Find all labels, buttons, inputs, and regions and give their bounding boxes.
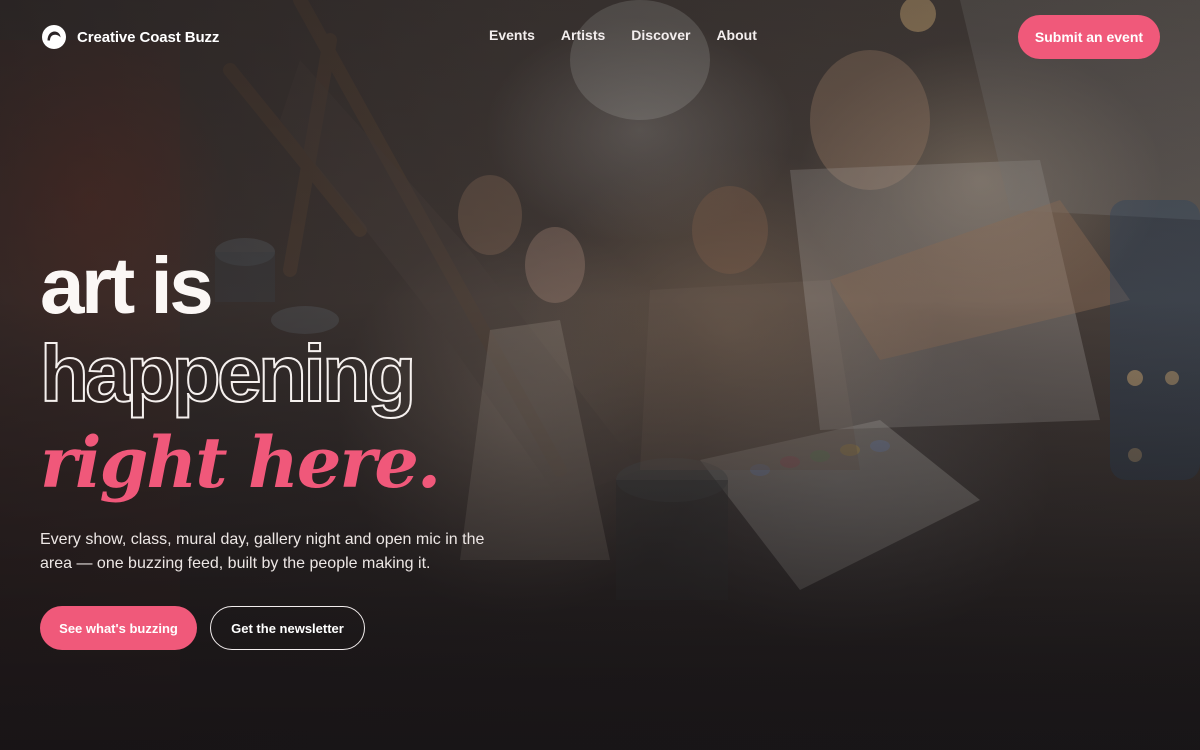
nav-link-events[interactable]: Events: [489, 27, 535, 43]
newsletter-button[interactable]: Get the newsletter: [210, 606, 365, 650]
submit-event-button[interactable]: Submit an event: [1018, 15, 1160, 59]
see-whats-buzzing-button[interactable]: See what's buzzing: [40, 606, 197, 650]
hero-subtitle: Every show, class, mural day, gallery ni…: [40, 531, 485, 572]
nav-links: Events Artists Discover About: [489, 27, 757, 43]
headline-line-1: art is: [40, 241, 214, 330]
nav-link-discover[interactable]: Discover: [631, 27, 690, 43]
hero-headline: art is happening right here.: [39, 240, 441, 510]
hero-section: Creative Coast Buzz Events Artists Disco…: [0, 0, 1200, 750]
brand-link[interactable]: Creative Coast Buzz: [41, 24, 219, 50]
brand-name: Creative Coast Buzz: [77, 28, 220, 46]
nav-link-artists[interactable]: Artists: [561, 27, 605, 43]
swirl-c-logo-icon: [42, 25, 66, 49]
headline-line-2-outline: happening: [39, 329, 417, 418]
nav-link-about[interactable]: About: [716, 27, 756, 43]
top-navigation: Creative Coast Buzz Events Artists Disco…: [0, 0, 1200, 76]
headline-line-3-italic: right here.: [40, 421, 441, 504]
